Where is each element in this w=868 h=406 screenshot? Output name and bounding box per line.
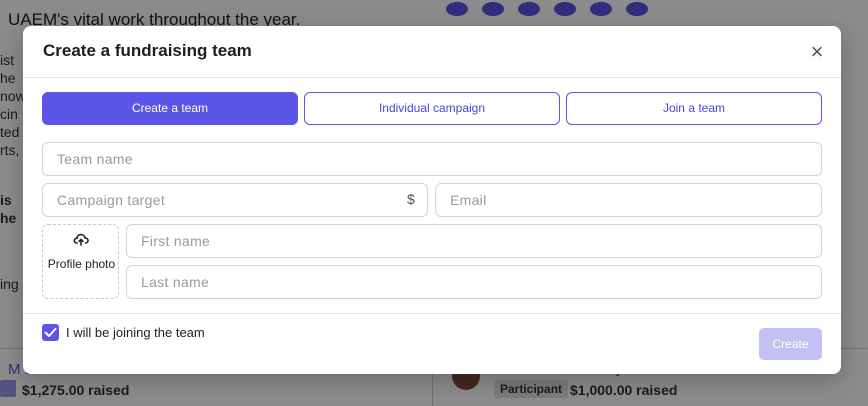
last-name-input[interactable] [126,265,822,299]
create-team-modal: Create a fundraising team × Create a tea… [23,26,841,374]
first-name-input[interactable] [126,224,822,258]
campaign-target-input[interactable] [42,183,428,217]
tab-individual-campaign[interactable]: Individual campaign [304,92,560,125]
tab-create-team[interactable]: Create a team [42,92,298,125]
footer-divider [23,313,841,314]
cloud-upload-icon [73,233,89,246]
create-button[interactable]: Create [759,328,822,360]
joining-team-label: I will be joining the team [66,325,205,340]
team-name-input[interactable] [42,142,822,176]
campaign-type-tabs: Create a team Individual campaign Join a… [42,92,822,125]
checkmark-icon [44,327,57,337]
profile-photo-label: Profile photo [47,257,116,271]
joining-team-checkbox[interactable] [42,324,59,341]
modal-title: Create a fundraising team [43,41,252,60]
currency-symbol: $ [407,191,415,207]
close-icon[interactable]: × [805,40,829,64]
tab-join-team[interactable]: Join a team [566,92,822,125]
profile-photo-upload[interactable]: Profile photo [42,224,119,299]
email-input[interactable] [435,183,822,217]
modal-header: Create a fundraising team × [23,26,841,78]
